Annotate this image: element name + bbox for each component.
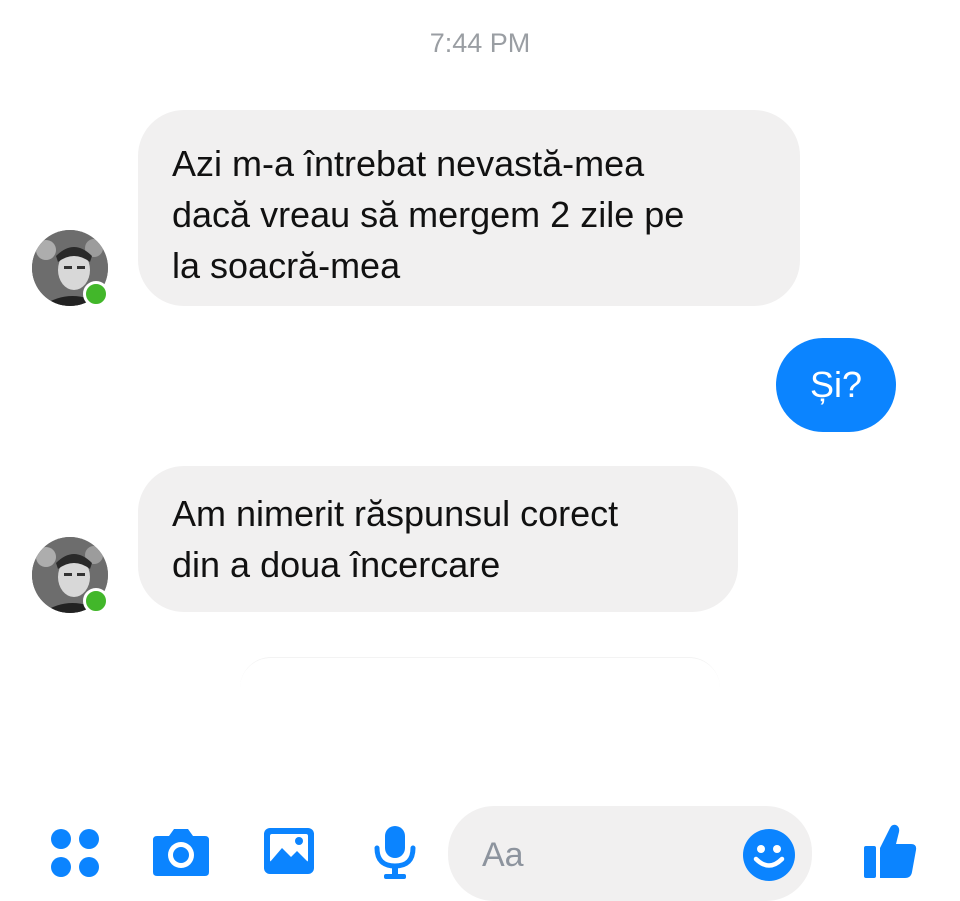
online-indicator: [83, 588, 109, 614]
message-input[interactable]: Aa: [448, 806, 812, 901]
emoji-icon[interactable]: [742, 828, 796, 882]
message-input-placeholder: Aa: [482, 836, 524, 874]
message-timestamp: 7:44 PM: [429, 28, 531, 58]
message-text: Și?: [809, 364, 863, 405]
microphone-icon[interactable]: [372, 824, 418, 880]
incoming-message[interactable]: Am nimerit răspunsul corect din a doua î…: [138, 466, 738, 612]
like-icon[interactable]: [862, 822, 918, 880]
photo-icon[interactable]: [262, 826, 316, 876]
more-icon[interactable]: [50, 828, 100, 878]
outgoing-message[interactable]: Și?: [776, 338, 896, 432]
sender-avatar[interactable]: [32, 537, 109, 614]
message-line: Am nimerit răspunsul corect: [172, 493, 619, 534]
message-line: dacă vreau să mergem 2 zile pe: [172, 194, 685, 235]
incoming-message[interactable]: Azi m-a întrebat nevastă-mea dacă vreau …: [138, 110, 800, 306]
faded-bubble-edge: [240, 657, 720, 688]
message-line: din a doua încercare: [172, 544, 501, 585]
online-indicator: [83, 281, 109, 307]
camera-icon[interactable]: [151, 826, 211, 878]
message-line: Azi m-a întrebat nevastă-mea: [172, 143, 645, 184]
sender-avatar[interactable]: [32, 230, 109, 307]
message-line: la soacră-mea: [172, 245, 401, 286]
